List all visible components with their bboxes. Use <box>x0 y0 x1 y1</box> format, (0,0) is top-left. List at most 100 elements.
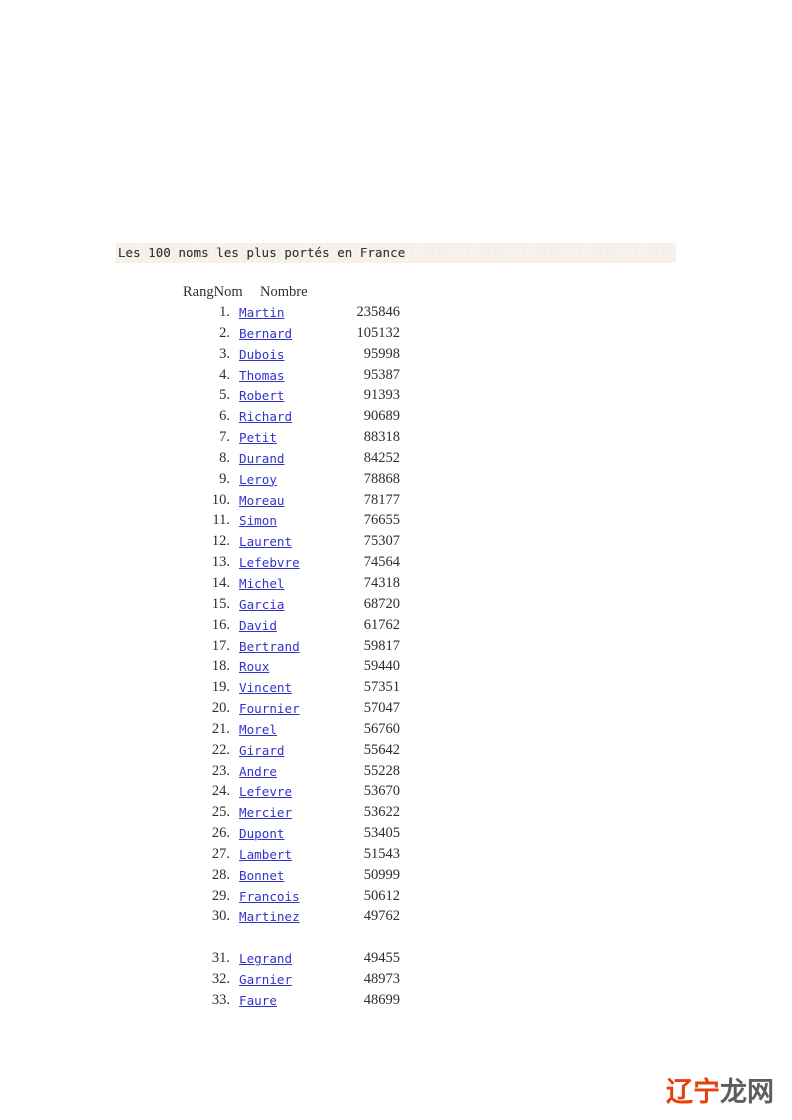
column-header-count: Nombre <box>260 284 308 300</box>
table-row: 13. Lefebvre 74564 <box>0 553 792 574</box>
surname-link[interactable]: Moreau <box>239 491 285 510</box>
surname-link[interactable]: Mercier <box>239 803 292 822</box>
surname-link[interactable]: Martin <box>239 303 285 322</box>
site-watermark: 辽宁龙网 <box>665 1077 775 1108</box>
surname-link[interactable]: Fournier <box>239 699 300 718</box>
surname-link[interactable]: Laurent <box>239 532 292 551</box>
surname-link[interactable]: Girard <box>239 741 285 760</box>
row-count: 59817 <box>363 637 400 654</box>
surname-link[interactable]: Vincent <box>239 678 292 697</box>
table-row: 30. Martinez 49762 <box>0 907 792 928</box>
surname-link[interactable]: Leroy <box>239 470 277 489</box>
row-rank: 15. <box>211 595 230 612</box>
row-rank: 9. <box>219 470 230 487</box>
surname-link[interactable]: Roux <box>239 657 269 676</box>
row-count: 49762 <box>363 908 400 925</box>
row-count: 48973 <box>363 970 400 987</box>
table-body: 1. Martin 235846 2. Bernard 105132 3. Dubois 959… <box>0 303 792 1011</box>
surname-link[interactable]: Dupont <box>239 824 285 843</box>
row-rank: 2. <box>219 324 230 341</box>
surname-link[interactable]: Thomas <box>239 366 285 385</box>
table-row: 22. Girard 55642 <box>0 741 792 762</box>
row-rank: 28. <box>211 866 230 883</box>
surname-link[interactable]: Lambert <box>239 845 292 864</box>
row-rank: 32. <box>211 970 230 987</box>
names-table: RangNom Nombre 1. Martin 235846 2. Bernard 10… <box>0 283 792 1011</box>
row-rank: 6. <box>219 408 230 425</box>
table-row: 24. Lefevre 53670 <box>0 782 792 803</box>
row-count: 74564 <box>363 554 400 571</box>
row-rank: 23. <box>211 762 230 779</box>
row-count: 55228 <box>363 762 400 779</box>
surname-link[interactable]: Robert <box>239 386 285 405</box>
document-title-band: Les 100 noms les plus portés en France <box>116 243 676 263</box>
surname-link[interactable]: Martinez <box>239 907 300 926</box>
row-rank: 11. <box>212 512 230 529</box>
surname-link[interactable]: Dubois <box>239 345 285 364</box>
surname-link[interactable]: Faure <box>239 991 277 1010</box>
table-row: 2. Bernard 105132 <box>0 324 792 345</box>
row-count: 95998 <box>363 345 400 362</box>
table-row: 33. Faure 48699 <box>0 991 792 1012</box>
row-rank: 29. <box>211 887 230 904</box>
surname-link[interactable]: Morel <box>239 720 277 739</box>
row-count: 51543 <box>363 845 400 862</box>
table-row: 12. Laurent 75307 <box>0 532 792 553</box>
table-row: 10. Moreau 78177 <box>0 491 792 512</box>
table-row: 31. Legrand 49455 <box>0 949 792 970</box>
row-count: 50999 <box>363 866 400 883</box>
row-rank: 27. <box>211 845 230 862</box>
row-count: 57351 <box>363 679 400 696</box>
row-rank: 14. <box>211 574 230 591</box>
surname-link[interactable]: Lefevre <box>239 782 292 801</box>
row-count: 84252 <box>363 449 400 466</box>
surname-link[interactable]: Bertrand <box>239 637 300 656</box>
surname-link[interactable]: Legrand <box>239 949 292 968</box>
table-row: 28. Bonnet 50999 <box>0 866 792 887</box>
row-rank: 10. <box>211 491 230 508</box>
row-count: 90689 <box>363 408 400 425</box>
row-count: 59440 <box>363 658 400 675</box>
row-count: 91393 <box>363 387 400 404</box>
row-rank: 17. <box>211 637 230 654</box>
table-row: 18. Roux 59440 <box>0 657 792 678</box>
row-count: 53670 <box>363 783 400 800</box>
surname-link[interactable]: Garnier <box>239 970 292 989</box>
row-rank: 7. <box>219 429 230 446</box>
row-count: 68720 <box>363 595 400 612</box>
row-count: 48699 <box>363 991 400 1008</box>
surname-link[interactable]: Lefebvre <box>239 553 300 572</box>
table-row: 32. Garnier 48973 <box>0 970 792 991</box>
surname-link[interactable]: Durand <box>239 449 285 468</box>
table-row: 29. Francois 50612 <box>0 887 792 908</box>
surname-link[interactable]: Petit <box>239 428 277 447</box>
table-row: 1. Martin 235846 <box>0 303 792 324</box>
page-title: Les 100 noms les plus portés en France <box>118 245 406 260</box>
surname-link[interactable]: Bernard <box>239 324 292 343</box>
surname-link[interactable]: Michel <box>239 574 285 593</box>
table-row: 19. Vincent 57351 <box>0 678 792 699</box>
table-row: 6. Richard 90689 <box>0 407 792 428</box>
surname-link[interactable]: Richard <box>239 407 292 426</box>
row-count: 49455 <box>363 949 400 966</box>
surname-link[interactable]: Andre <box>239 762 277 781</box>
row-rank: 16. <box>211 616 230 633</box>
row-rank: 24. <box>211 783 230 800</box>
table-row: 3. Dubois 95998 <box>0 345 792 366</box>
surname-link[interactable]: David <box>239 616 277 635</box>
surname-link[interactable]: Francois <box>239 887 300 906</box>
row-rank: 18. <box>211 658 230 675</box>
table-row: 21. Morel 56760 <box>0 720 792 741</box>
surname-link[interactable]: Bonnet <box>239 866 285 885</box>
row-rank: 26. <box>211 825 230 842</box>
watermark-text-primary: 辽宁 <box>665 1077 721 1108</box>
row-count: 78177 <box>363 491 400 508</box>
table-row: 9. Leroy 78868 <box>0 470 792 491</box>
watermark-text-secondary: 龙网 <box>719 1077 775 1108</box>
row-rank: 20. <box>211 700 230 717</box>
row-count: 50612 <box>363 887 400 904</box>
row-rank: 8. <box>219 449 230 466</box>
surname-link[interactable]: Simon <box>239 511 277 530</box>
surname-link[interactable]: Garcia <box>239 595 285 614</box>
column-header-rank-name: RangNom <box>183 284 243 300</box>
